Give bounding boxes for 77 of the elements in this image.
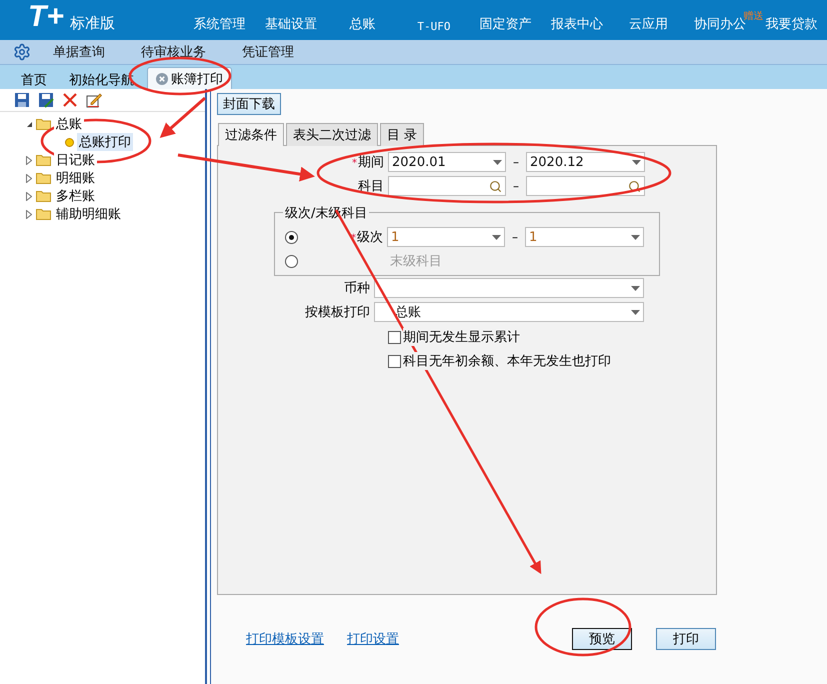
edit-icon[interactable]	[86, 92, 102, 108]
search-field[interactable]	[526, 176, 645, 196]
tree-item[interactable]: 明细账	[54, 169, 97, 187]
tree-item[interactable]: 多栏账	[54, 187, 97, 205]
tree-item[interactable]: 辅助明细账	[54, 205, 123, 223]
field-label: *期间	[351, 154, 384, 171]
delete-icon[interactable]	[62, 92, 78, 108]
range-dash: –	[511, 230, 519, 244]
print-button[interactable]: 打印	[656, 628, 716, 650]
menu-item[interactable]: 报表中心	[550, 15, 603, 33]
menu-item[interactable]: T-UFO	[417, 20, 450, 33]
folder-icon	[36, 208, 51, 220]
dropdown-field[interactable]: 2020.12	[526, 152, 645, 172]
save-as-icon[interactable]	[38, 92, 54, 108]
tab[interactable]: 账簿打印	[147, 67, 232, 89]
tab[interactable]: 表头二次过滤	[286, 123, 378, 146]
search-icon	[628, 180, 641, 192]
menu-item[interactable]: 总账	[349, 15, 376, 33]
dropdown-caret-icon[interactable]	[632, 160, 641, 164]
expand-arrow-icon[interactable]	[26, 174, 32, 182]
search-icon	[489, 180, 502, 192]
checkbox-label: 期间无发生显示累计	[403, 328, 520, 346]
dropdown-caret-icon[interactable]	[492, 234, 501, 240]
promo-label: 赠送	[744, 10, 764, 22]
nav-item[interactable]: 待审核业务	[141, 43, 206, 61]
tab[interactable]: 目 录	[380, 123, 424, 146]
tab[interactable]: 过滤条件	[218, 123, 284, 146]
field-label: 币种	[343, 280, 370, 297]
expand-arrow-icon[interactable]	[26, 156, 32, 164]
link[interactable]: 打印模板设置	[246, 630, 324, 648]
checkbox[interactable]	[388, 354, 401, 368]
tree-item[interactable]: 总账打印	[77, 133, 133, 151]
folder-icon	[36, 190, 51, 202]
save-icon[interactable]	[14, 92, 30, 108]
radio-button[interactable]	[285, 230, 298, 244]
range-dash: –	[512, 179, 520, 193]
close-icon[interactable]	[156, 72, 168, 84]
menu-item[interactable]: 系统管理	[194, 15, 246, 33]
edition-label: 标准版	[70, 14, 115, 32]
bullet-icon	[65, 138, 74, 146]
checkbox[interactable]	[388, 330, 401, 344]
menu-item[interactable]: 我要贷款	[765, 15, 818, 33]
link[interactable]: 打印设置	[347, 630, 399, 648]
field-label: 按模板打印	[304, 304, 370, 321]
logo: T+	[28, 2, 64, 32]
dropdown-caret-icon[interactable]	[493, 160, 502, 164]
tree-item[interactable]: 日记账	[54, 151, 97, 169]
settings-icon[interactable]	[13, 43, 31, 61]
menu-item[interactable]: 云应用	[628, 15, 668, 33]
tree-item[interactable]: 总账	[54, 115, 84, 133]
folder-icon	[36, 172, 51, 184]
collapse-arrow-icon[interactable]	[26, 120, 33, 128]
folder-icon	[36, 118, 51, 130]
range-dash: –	[512, 155, 520, 169]
dropdown-field[interactable]: 1	[387, 227, 505, 247]
nav-item[interactable]: 单据查询	[53, 43, 105, 61]
option-label: 末级科目	[390, 253, 442, 270]
annotation-arrow	[160, 96, 206, 138]
cover-download-button[interactable]: 封面下载	[217, 93, 281, 115]
search-field[interactable]	[388, 176, 506, 196]
field-label: 科目	[357, 178, 384, 195]
dropdown-field[interactable]: 2020.01	[388, 152, 506, 172]
menu-item[interactable]: 基础设置	[264, 15, 317, 33]
menu-item[interactable]: 固定资产	[479, 15, 532, 33]
tab[interactable]: 首页	[12, 69, 56, 89]
dropdown-caret-icon[interactable]	[631, 310, 640, 314]
radio-button[interactable]	[285, 254, 298, 268]
preview-button[interactable]: 预览	[572, 628, 632, 650]
checkbox-label: 科目无年初余额、本年无发生也打印	[403, 352, 611, 370]
expand-arrow-icon[interactable]	[26, 192, 32, 200]
dropdown-field[interactable]	[374, 278, 644, 298]
nav-item[interactable]: 凭证管理	[242, 43, 294, 61]
dropdown-caret-icon[interactable]	[631, 234, 640, 240]
dropdown-caret-icon[interactable]	[631, 286, 640, 290]
dropdown-field[interactable]: 1	[525, 227, 644, 247]
expand-arrow-icon[interactable]	[26, 210, 32, 218]
folder-icon	[36, 154, 51, 166]
